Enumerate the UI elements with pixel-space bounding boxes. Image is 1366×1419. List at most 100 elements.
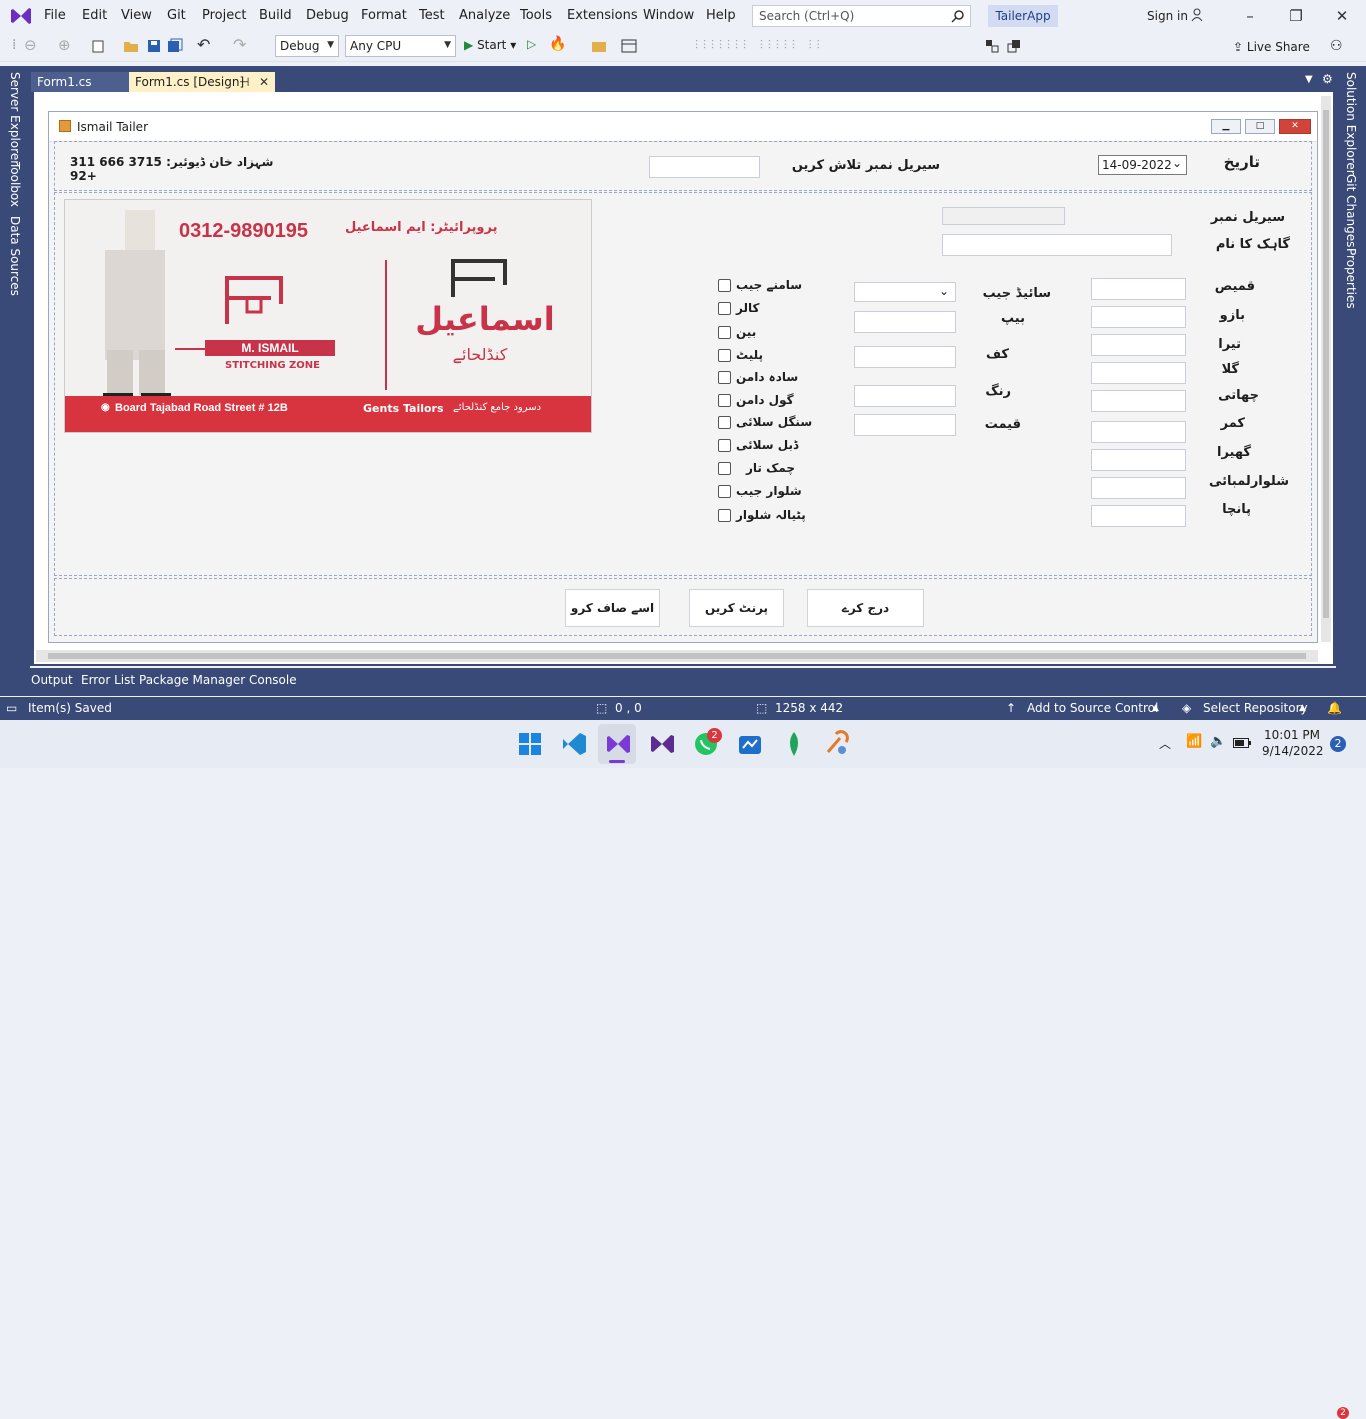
- undo-icon[interactable]: ↶: [197, 35, 210, 54]
- account-icon[interactable]: [1191, 8, 1205, 22]
- menu-view[interactable]: View: [121, 8, 152, 23]
- pancha-input[interactable]: [1091, 505, 1186, 527]
- toolbox-tab[interactable]: Toolbox: [8, 162, 22, 207]
- menu-extensions[interactable]: Extensions: [567, 8, 638, 23]
- side-pocket-select[interactable]: ⌄: [854, 282, 956, 302]
- close-icon[interactable]: ✕: [1332, 6, 1352, 26]
- forward-icon[interactable]: ⊕: [58, 36, 71, 54]
- visual-studio-2-icon[interactable]: [648, 730, 676, 758]
- vscode-icon[interactable]: [560, 730, 588, 758]
- sign-in-link[interactable]: Sign in: [1147, 9, 1188, 23]
- scroll-thumb[interactable]: [1323, 110, 1329, 618]
- menu-build[interactable]: Build: [259, 8, 292, 23]
- select-repository-button[interactable]: Select Repository: [1203, 701, 1308, 715]
- open-folder-icon[interactable]: [123, 38, 139, 54]
- checkbox-single-stitch[interactable]: [718, 416, 731, 429]
- tab-form1-design[interactable]: Form1.cs [Design] ⊣ ✕: [129, 72, 275, 92]
- checkbox-patiala-shalwar[interactable]: [718, 509, 731, 522]
- settings-icon[interactable]: ⚙: [1322, 72, 1333, 86]
- clear-button[interactable]: اسے صاف کرو: [565, 589, 660, 627]
- menu-file[interactable]: File: [44, 8, 66, 23]
- back-icon[interactable]: ⊖: [24, 36, 37, 54]
- tool-app-icon[interactable]: [822, 730, 850, 758]
- vertical-scrollbar[interactable]: [1321, 96, 1331, 642]
- tab-list-icon[interactable]: ▼: [1305, 74, 1313, 85]
- checkbox-bain[interactable]: [718, 326, 731, 339]
- align-tools-icons[interactable]: ⫶⫶⫶⫶⫶⫶⫶ ⫶⫶⫶⫶⫶ ⫶⫶: [695, 38, 825, 53]
- pin-icon[interactable]: ⊣: [239, 72, 249, 92]
- teera-input[interactable]: [1091, 334, 1186, 356]
- save-icon[interactable]: [146, 38, 162, 54]
- menu-git[interactable]: Git: [167, 8, 186, 23]
- new-project-icon[interactable]: [90, 38, 106, 54]
- serial-number-input[interactable]: [942, 207, 1065, 225]
- color-input[interactable]: [854, 385, 956, 407]
- form-maximize-icon[interactable]: □: [1245, 119, 1275, 134]
- visual-studio-icon[interactable]: [10, 5, 32, 27]
- save-entry-button[interactable]: درج کرے: [807, 589, 924, 627]
- menu-format[interactable]: Format: [361, 8, 407, 23]
- checkbox-shalwar-pocket[interactable]: [718, 485, 731, 498]
- git-changes-tab[interactable]: Git Changes: [1344, 174, 1358, 247]
- start-without-debug-icon[interactable]: ▷: [527, 37, 536, 51]
- package-manager-console-tab[interactable]: Package Manager Console: [139, 673, 297, 687]
- solution-explorer-tab[interactable]: Solution Explorer: [1344, 72, 1358, 175]
- save-all-icon[interactable]: [167, 38, 183, 54]
- start-button[interactable]: ▶ Start ▾: [464, 38, 516, 52]
- checkbox-round-hem[interactable]: [718, 394, 731, 407]
- notification-center-badge[interactable]: 2: [1330, 736, 1346, 752]
- tray-chevron-up-icon[interactable]: ︿: [1159, 735, 1171, 752]
- hot-reload-icon[interactable]: 🔥: [549, 36, 566, 52]
- windows-start-icon[interactable]: [516, 730, 544, 758]
- add-source-control-button[interactable]: Add to Source Control: [1027, 701, 1158, 715]
- print-button[interactable]: پرنٹ کریں: [689, 589, 784, 627]
- mongodb-icon[interactable]: [780, 730, 808, 758]
- send-back-icon[interactable]: [1006, 38, 1022, 54]
- checkbox-pleat[interactable]: [718, 349, 731, 362]
- configuration-select[interactable]: Debug ▼: [275, 35, 339, 57]
- close-tab-icon[interactable]: ✕: [259, 72, 269, 92]
- notification-bell-icon[interactable]: 🔔: [1327, 701, 1342, 715]
- menu-help[interactable]: Help: [706, 8, 736, 23]
- menu-tools[interactable]: Tools: [520, 8, 552, 23]
- tab-form1-cs[interactable]: Form1.cs: [31, 72, 129, 92]
- properties-tab[interactable]: Properties: [1344, 248, 1358, 309]
- cuff-input[interactable]: [854, 346, 956, 368]
- date-picker[interactable]: 14-09-2022 ⌄: [1098, 155, 1187, 175]
- feedback-icon[interactable]: ⚇: [1330, 38, 1343, 54]
- browse-icon[interactable]: [591, 38, 607, 54]
- redo-icon[interactable]: ↷: [233, 35, 246, 54]
- beep-input[interactable]: [854, 311, 956, 333]
- checkbox-plain-hem[interactable]: [718, 371, 731, 384]
- search-input[interactable]: Search (Ctrl+Q): [752, 5, 971, 27]
- price-input[interactable]: [854, 414, 956, 436]
- gala-input[interactable]: [1091, 362, 1186, 384]
- weather-app-icon[interactable]: [736, 730, 764, 758]
- platform-select[interactable]: Any CPU ▼: [345, 35, 456, 57]
- checkbox-double-stitch[interactable]: [718, 439, 731, 452]
- menu-edit[interactable]: Edit: [82, 8, 107, 23]
- clock-time[interactable]: 10:01 PM: [1262, 728, 1320, 742]
- horizontal-scrollbar[interactable]: [36, 650, 1318, 662]
- menu-window[interactable]: Window: [643, 8, 694, 23]
- volume-icon[interactable]: 🔈: [1210, 734, 1226, 749]
- server-explorer-tab[interactable]: Server Explorer: [8, 72, 22, 165]
- menu-project[interactable]: Project: [202, 8, 246, 23]
- kamar-input[interactable]: [1091, 421, 1186, 443]
- qameez-input[interactable]: [1091, 278, 1186, 300]
- scroll-thumb-h[interactable]: [48, 653, 1306, 659]
- ghera-input[interactable]: [1091, 449, 1186, 471]
- customer-name-input[interactable]: [942, 234, 1172, 256]
- wifi-icon[interactable]: 📶: [1186, 734, 1202, 749]
- battery-icon[interactable]: [1233, 738, 1251, 748]
- chhati-input[interactable]: [1091, 390, 1186, 412]
- form-close-icon[interactable]: ✕: [1279, 119, 1311, 134]
- shalwar-length-input[interactable]: [1091, 477, 1186, 499]
- checkbox-front-pocket[interactable]: [718, 279, 731, 292]
- live-share-button[interactable]: ⇪ Live Share: [1233, 40, 1310, 54]
- visual-studio-taskbar-icon[interactable]: [604, 730, 632, 758]
- search-serial-input[interactable]: [649, 156, 760, 178]
- checkbox-collar[interactable]: [718, 302, 731, 315]
- tab-order-icon[interactable]: [984, 38, 1000, 54]
- error-list-tab[interactable]: Error List: [81, 673, 135, 687]
